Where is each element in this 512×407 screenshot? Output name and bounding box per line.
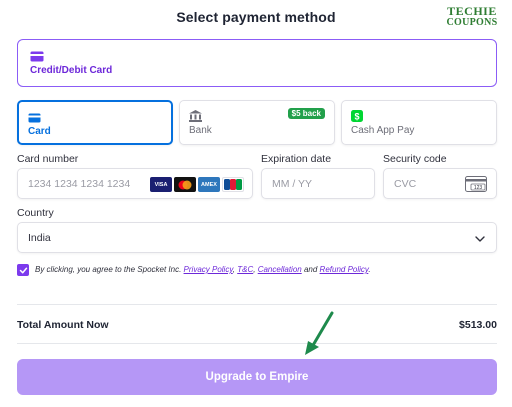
tab-cash-app-pay[interactable]: $ Cash App Pay (341, 100, 497, 145)
country-value: India (28, 232, 51, 244)
techie-coupons-logo: TECHIE COUPONS (444, 4, 500, 28)
refund-policy-link[interactable]: Refund Policy (320, 265, 369, 274)
agreement-period: . (368, 265, 371, 274)
svg-text:$: $ (354, 112, 359, 122)
tnc-link[interactable]: T&C (237, 265, 253, 274)
agreement-text: By clicking, you agree to the Spocket In… (35, 265, 371, 274)
payment-method-label: Credit/Debit Card (30, 65, 113, 76)
cvc-card-icon: 123 (465, 176, 487, 197)
tab-bank[interactable]: Bank $5 back (179, 100, 335, 145)
logo-line-2: COUPONS (446, 17, 498, 28)
total-amount-label: Total Amount Now (17, 319, 109, 331)
security-code-placeholder: CVC (394, 178, 417, 190)
agree-checkbox[interactable] (17, 264, 29, 276)
security-code-input[interactable]: CVC 123 (383, 168, 497, 199)
page-title: Select payment method (176, 9, 336, 25)
jcb-icon (222, 177, 244, 192)
security-code-label: Security code (383, 153, 447, 165)
card-number-label: Card number (17, 153, 79, 165)
country-label: Country (17, 207, 54, 219)
annotation-arrow-icon (305, 311, 334, 355)
card-number-input[interactable]: 1234 1234 1234 1234 VISA AMEX (17, 168, 253, 199)
expiration-label: Expiration date (261, 153, 332, 165)
amex-icon: AMEX (198, 177, 220, 192)
agreement-and: and (303, 265, 318, 274)
cvc-card-hint: 123 (474, 185, 483, 191)
cashback-badge: $5 back (287, 108, 325, 119)
tab-cash-app-pay-label: Cash App Pay (351, 125, 415, 136)
card-number-placeholder: 1234 1234 1234 1234 (28, 178, 131, 190)
cancellation-link[interactable]: Cancellation (258, 265, 302, 274)
upgrade-button[interactable]: Upgrade to Empire (17, 359, 497, 395)
agreement-prefix: By clicking, you agree to the Spocket In… (35, 265, 182, 274)
expiration-placeholder: MM / YY (272, 178, 313, 190)
chevron-down-icon (474, 232, 486, 250)
expiration-input[interactable]: MM / YY (261, 168, 375, 199)
tab-bank-label: Bank (189, 125, 212, 136)
country-select[interactable]: India (17, 222, 497, 253)
tab-card-label: Card (28, 126, 51, 137)
divider (17, 343, 497, 344)
agreement-comma: , (232, 265, 235, 274)
payment-method-credit-debit-card[interactable]: Credit/Debit Card (17, 39, 497, 87)
visa-icon: VISA (150, 177, 172, 192)
checkmark-icon (19, 267, 27, 273)
logo-line-1: TECHIE (447, 4, 497, 18)
divider (17, 304, 497, 305)
mastercard-icon (174, 177, 196, 192)
total-amount-value: $513.00 (459, 319, 497, 331)
agreement-comma-2: , (253, 265, 256, 274)
privacy-policy-link[interactable]: Privacy Policy (184, 265, 233, 274)
tab-card[interactable]: Card (17, 100, 173, 145)
card-brands: VISA AMEX (150, 177, 244, 192)
